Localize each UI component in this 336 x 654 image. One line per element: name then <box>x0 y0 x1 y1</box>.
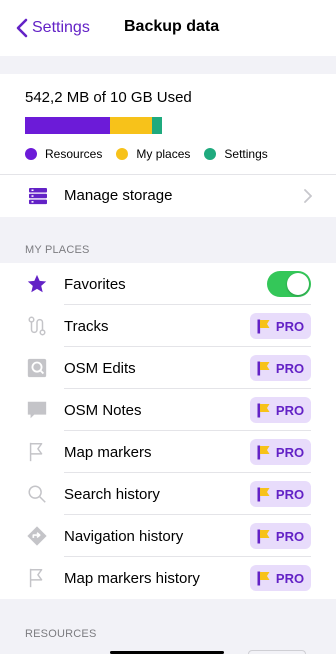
page-title: Backup data <box>124 18 220 35</box>
toggle-knob <box>287 273 309 295</box>
usage-segment-my-places <box>109 117 153 134</box>
legend-label: Resources <box>45 147 103 161</box>
pro-badge-label: PRO <box>275 486 305 502</box>
list-item-favorites[interactable]: Favorites <box>0 263 336 305</box>
my-places-list: Favorites Tracks PRO OSM Edits PRO OSM Notes P… <box>0 263 336 599</box>
section-header-my-places: MY PLACES <box>25 244 90 256</box>
manage-storage-label: Manage storage <box>64 187 173 204</box>
storage-list-icon <box>28 187 48 210</box>
pro-badge-label: PRO <box>275 318 305 334</box>
search-icon <box>25 483 49 505</box>
list-item-label: Map markers <box>64 444 152 461</box>
list-item-label: Favorites <box>64 276 126 293</box>
pro-badge[interactable]: PRO <box>250 355 311 381</box>
list-item-navigation-history[interactable]: Navigation history PRO <box>0 515 336 557</box>
favorites-toggle[interactable] <box>267 271 311 297</box>
legend-label: Settings <box>224 147 268 161</box>
manage-storage-row[interactable]: Manage storage <box>0 174 336 217</box>
storage-usage-text: 542,2 MB of 10 GB Used <box>25 89 192 106</box>
chevron-right-icon <box>304 189 313 208</box>
list-item-osm-edits[interactable]: OSM Edits PRO <box>0 347 336 389</box>
list-item-tracks[interactable]: Tracks PRO <box>0 305 336 347</box>
storage-legend: Resources My places Settings <box>25 147 282 161</box>
storage-usage-card: 542,2 MB of 10 GB Used Resources My place… <box>0 74 336 174</box>
pro-flag-icon <box>257 487 276 502</box>
usage-segment-resources <box>25 117 110 134</box>
bottom-partial-button <box>248 650 306 654</box>
pro-flag-icon <box>257 571 276 586</box>
list-item-osm-notes[interactable]: OSM Notes PRO <box>0 389 336 431</box>
star-icon <box>25 273 49 295</box>
pro-badge-label: PRO <box>275 444 305 460</box>
pro-flag-icon <box>257 319 276 334</box>
pro-flag-icon <box>257 361 276 376</box>
back-button[interactable]: Settings <box>16 16 90 40</box>
back-label: Settings <box>32 19 90 36</box>
legend-dot <box>116 148 129 160</box>
list-item-search-history[interactable]: Search history PRO <box>0 473 336 515</box>
list-item-label: OSM Notes <box>64 402 142 419</box>
pro-badge[interactable]: PRO <box>250 481 311 507</box>
legend-dot <box>25 148 37 160</box>
legend-item: Resources <box>25 147 102 161</box>
list-item-label: Tracks <box>64 318 109 335</box>
section-header-resources: RESOURCES <box>25 628 97 640</box>
legend-item: Settings <box>204 147 268 161</box>
flag-icon <box>25 441 49 463</box>
chevron-left-icon <box>16 18 28 38</box>
tracks-icon <box>25 315 49 337</box>
pro-badge-label: PRO <box>275 360 305 376</box>
pro-badge-label: PRO <box>275 570 305 586</box>
navbar: Settings Backup data <box>0 0 336 56</box>
pro-badge[interactable]: PRO <box>250 313 311 339</box>
pro-flag-icon <box>257 445 276 460</box>
pro-badge[interactable]: PRO <box>250 397 311 423</box>
pro-flag-icon <box>257 403 276 418</box>
legend-dot <box>204 148 217 160</box>
list-item-label: OSM Edits <box>64 360 136 377</box>
usage-segment-settings <box>152 117 162 134</box>
pro-badge[interactable]: PRO <box>250 565 311 591</box>
flag-icon <box>25 567 49 589</box>
osm-notes-icon <box>25 399 49 421</box>
list-item-label: Search history <box>64 486 160 503</box>
list-item-map-markers[interactable]: Map markers PRO <box>0 431 336 473</box>
pro-badge[interactable]: PRO <box>250 439 311 465</box>
osm-edits-icon <box>25 357 49 379</box>
navigation-icon <box>25 525 49 547</box>
pro-flag-icon <box>257 529 276 544</box>
list-item-label: Navigation history <box>64 528 184 545</box>
list-item-map-markers-history[interactable]: Map markers history PRO <box>0 557 336 599</box>
list-item-label: Map markers history <box>64 570 200 587</box>
pro-badge-label: PRO <box>275 402 305 418</box>
legend-item: My places <box>116 147 190 161</box>
pro-badge[interactable]: PRO <box>250 523 311 549</box>
pro-badge-label: PRO <box>275 528 305 544</box>
legend-label: My places <box>136 147 191 161</box>
storage-usage-bar <box>25 117 162 134</box>
